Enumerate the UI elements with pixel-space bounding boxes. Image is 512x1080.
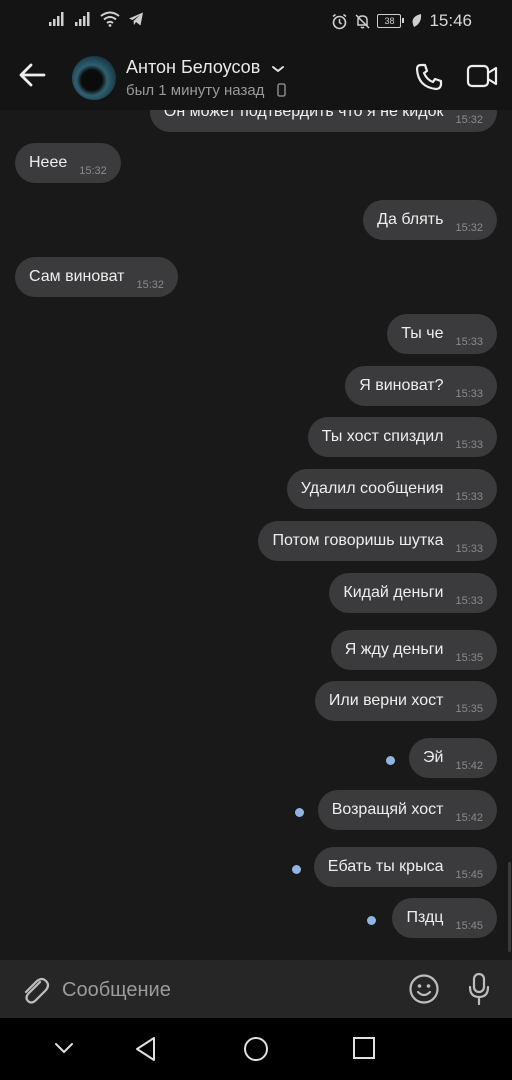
message-bubble[interactable]: Возращяй хост 15:42 [317, 790, 497, 830]
battery-icon: 38 [377, 14, 405, 28]
mobile-device-icon [277, 83, 286, 97]
avatar[interactable] [72, 56, 116, 100]
chevron-down-icon[interactable] [271, 64, 285, 74]
message-time: 15:42 [455, 812, 483, 824]
message-time: 15:45 [455, 869, 483, 881]
scrollbar[interactable] [508, 862, 511, 952]
message-text: Сам виноват [29, 268, 125, 285]
system-nav-bar [0, 1018, 512, 1080]
nav-recents-icon[interactable] [352, 1036, 376, 1060]
chat-header: Антон Белоусов был 1 минуту назад [0, 42, 512, 110]
message-time: 15:33 [455, 388, 483, 400]
telegram-icon [129, 12, 143, 26]
message-text: Он может подтвердить что я не кидок [163, 110, 444, 120]
nav-home-icon[interactable] [243, 1036, 269, 1062]
message-time: 15:35 [455, 652, 483, 664]
message-bubble[interactable]: Удалил сообщения 15:33 [286, 469, 497, 509]
mute-icon [355, 13, 370, 29]
message-text: Потом говоришь шутка [272, 532, 444, 549]
message-bubble[interactable]: Потом говоришь шутка 15:33 [258, 521, 497, 561]
message-time: 15:42 [455, 760, 483, 772]
message-text: Пздц [406, 909, 444, 926]
message-text: Ты хост спиздил [321, 428, 444, 445]
message-bubble[interactable]: Эй 15:42 [409, 738, 497, 778]
message-bubble[interactable]: Пздц 15:45 [392, 898, 497, 938]
unread-indicator [367, 916, 376, 925]
back-arrow-icon[interactable] [18, 62, 46, 88]
message-time: 15:32 [455, 114, 483, 126]
message-text: Возращяй хост [331, 801, 444, 818]
message-text: Ебать ты крыса [327, 858, 444, 875]
message-text: Я жду деньги [344, 641, 444, 658]
message-time: 15:33 [455, 595, 483, 607]
nav-collapse-icon[interactable] [54, 1042, 74, 1054]
message-time: 15:32 [455, 222, 483, 234]
message-time: 15:33 [455, 543, 483, 555]
message-time: 15:45 [455, 920, 483, 932]
composer [0, 960, 512, 1018]
message-time: 15:35 [455, 703, 483, 715]
clock: 15:46 [429, 11, 472, 30]
attach-icon[interactable] [20, 974, 50, 1006]
message-time: 15:33 [455, 336, 483, 348]
message-bubble[interactable]: Я жду деньги 15:35 [330, 630, 497, 670]
battery-level: 38 [384, 16, 395, 26]
alarm-icon [332, 13, 347, 29]
unread-indicator [386, 756, 395, 765]
unread-indicator [292, 865, 301, 874]
message-text: Эй [423, 749, 444, 766]
message-bubble[interactable]: Он может подтвердить что я не кидок 15:3… [149, 110, 497, 132]
message-bubble[interactable]: Ты че 15:33 [387, 314, 497, 354]
message-bubble[interactable]: Неее 15:32 [15, 143, 121, 183]
message-bubble[interactable]: Да блять 15:32 [363, 200, 497, 240]
emoji-icon[interactable] [408, 973, 440, 1005]
last-seen-status: был 1 минуту назад [126, 82, 265, 99]
message-bubble[interactable]: Я виноват? 15:33 [345, 366, 497, 406]
signal-icon [75, 12, 90, 26]
nav-back-icon[interactable] [134, 1036, 158, 1062]
message-text: Ты че [401, 325, 444, 342]
message-text: Я виноват? [359, 377, 444, 394]
message-text: Кидай деньги [343, 584, 444, 601]
message-input[interactable] [60, 970, 394, 1010]
unread-indicator [295, 808, 304, 817]
wifi-icon [100, 11, 120, 27]
message-text: Или верни хост [328, 692, 444, 709]
message-bubble[interactable]: Или верни хост 15:35 [314, 681, 497, 721]
message-text: Неее [29, 154, 68, 171]
message-time: 15:33 [455, 439, 483, 451]
leaf-icon [412, 14, 422, 27]
video-icon[interactable] [466, 64, 498, 88]
message-list[interactable]: Он может подтвердить что я не кидок 15:3… [0, 110, 512, 960]
message-time: 15:32 [79, 165, 107, 177]
contact-name[interactable]: Антон Белоусов [126, 57, 260, 78]
message-time: 15:32 [136, 279, 164, 291]
message-text: Удалил сообщения [300, 480, 444, 497]
mic-icon[interactable] [467, 972, 491, 1006]
signal-icon [49, 12, 64, 26]
message-text: Да блять [377, 211, 444, 228]
phone-icon[interactable] [414, 62, 444, 92]
status-bar: 38 15:46 [0, 0, 512, 42]
message-bubble[interactable]: Ебать ты крыса 15:45 [313, 847, 497, 887]
message-bubble[interactable]: Сам виноват 15:32 [15, 257, 178, 297]
message-bubble[interactable]: Кидай деньги 15:33 [329, 573, 497, 613]
message-time: 15:33 [455, 491, 483, 503]
message-bubble[interactable]: Ты хост спиздил 15:33 [307, 417, 497, 457]
